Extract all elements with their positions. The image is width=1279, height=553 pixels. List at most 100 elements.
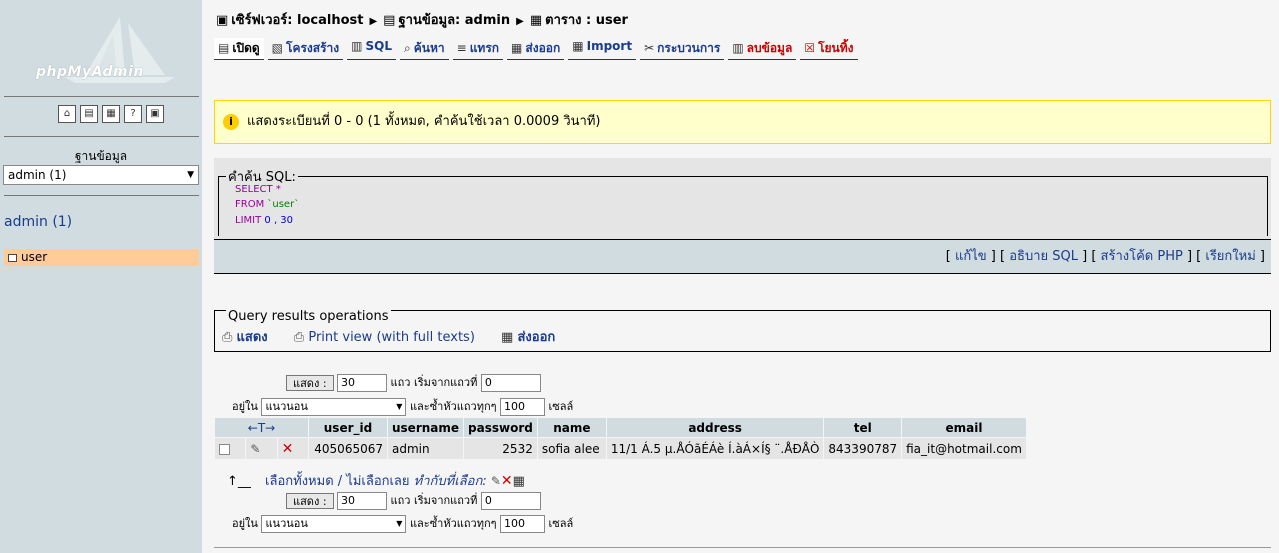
tab-insert[interactable]: ≡ แทรก [452, 38, 504, 60]
print-view-label: แสดง [236, 330, 268, 345]
repeat-label: และซ้ำหัวแถวทุกๆ [409, 400, 497, 413]
select-all-row: ↑__ เลือกทั้งหมด / ไม่เลือกเลย ทำกับที่เ… [227, 470, 525, 491]
tab-empty[interactable]: ▥ ลบข้อมูล [728, 38, 797, 60]
repeat-headers-input[interactable]: 100 [500, 515, 546, 533]
tab-import[interactable]: ▦ Import [568, 38, 637, 60]
tab-drop[interactable]: ☒ โยนทิ้ง [800, 38, 858, 60]
pencil-edit-icon[interactable]: ✎ [491, 474, 501, 488]
print-view-link[interactable]: ⎙ แสดง [222, 330, 268, 345]
tab-label: ลบข้อมูล [746, 41, 793, 55]
export-results-link[interactable]: ▦ ส่งออก [501, 330, 555, 345]
breadcrumb-table[interactable]: ตาราง : user [545, 13, 628, 28]
repeat-label: และซ้ำหัวแถวทุกๆ [409, 517, 497, 530]
tab-label: โครงสร้าง [286, 41, 340, 55]
display-mode-select[interactable]: แนวนอน ▼ [261, 398, 407, 416]
help-icon[interactable]: ? [124, 105, 142, 123]
database-select[interactable]: admin (1) ▼ [3, 165, 199, 185]
sql-query-icon[interactable]: ▦ [102, 105, 120, 123]
tab-operations[interactable]: ✂ กระบวนการ [640, 38, 725, 60]
search-icon: ⌕ [404, 41, 411, 55]
sql-text: 0 , 30 [261, 215, 294, 226]
tab-label: SQL [365, 39, 393, 53]
refresh-link[interactable]: เรียกใหม่ [1205, 249, 1255, 264]
tab-label: กระบวนการ [657, 41, 721, 55]
start-row-input[interactable]: 0 [480, 374, 541, 392]
sql-text: * [272, 184, 281, 195]
tab-browse[interactable]: ▤ เปิดดู [214, 38, 264, 60]
uncheck-all-link[interactable]: ไม่เลือกเลย [346, 474, 409, 489]
breadcrumb-server[interactable]: เซิร์ฟเวอร์: localhost [231, 13, 363, 28]
rows-label: แถว เริ่มจากแถวที่ [390, 494, 478, 507]
export-icon: ▦ [501, 330, 514, 345]
sql-keyword: SELECT [235, 184, 273, 195]
export-results-label: ส่งออก [517, 330, 556, 345]
column-header-user_id[interactable]: user_id [309, 418, 387, 437]
tab-label: แทรก [469, 41, 500, 55]
table-icon: ▦ [529, 13, 543, 28]
main-frame: ▣ เซิร์ฟเวอร์: localhost ▶ ▤ ฐานข้อมูล: admi… [202, 0, 1279, 553]
cell-name: sofia alee [537, 438, 606, 459]
edit-sql-link[interactable]: แก้ไข [955, 249, 987, 264]
sql-line-select[interactable]: SELECT * [235, 184, 281, 195]
tab-structure[interactable]: ▧ โครงสร้าง [267, 38, 344, 60]
sql-fieldset-border [1267, 176, 1268, 236]
delete-icon[interactable]: ✕ [501, 473, 513, 489]
check-all-link[interactable]: เลือกทั้งหมด [265, 474, 334, 489]
start-row-input[interactable]: 0 [480, 492, 541, 510]
show-button[interactable]: แสดง : [286, 493, 334, 509]
table-icon[interactable] [8, 253, 17, 262]
cell-address: 11/1 Á.5 µ.ÅÓãÉÁè Í.àÁ×Í§ ¨.ÅÐÅÒ [606, 438, 824, 459]
bottom-divider [214, 547, 1271, 548]
tab-label: ส่งออก [525, 41, 561, 55]
documentation-icon[interactable]: ▣ [146, 105, 164, 123]
sql-window-icon[interactable]: ▤ [80, 105, 98, 123]
rows-label: แถว เริ่มจากแถวที่ [390, 376, 478, 389]
column-header-label: tel [853, 420, 872, 435]
tab-search[interactable]: ⌕ ค้นหา [400, 38, 449, 60]
tab-export[interactable]: ▦ ส่งออก [507, 38, 565, 60]
tab-sql[interactable]: ▥ SQL [347, 38, 396, 60]
database-icon: ▤ [383, 13, 396, 28]
cell-user_id: 405065067 [309, 438, 387, 459]
breadcrumb-database[interactable]: ฐานข้อมูล: admin [398, 13, 510, 28]
row-checkbox[interactable] [219, 443, 230, 455]
column-header-email[interactable]: email [902, 418, 1026, 437]
with-selected-label: ทำกับที่เลือก: [413, 474, 487, 489]
explain-sql-link[interactable]: อธิบาย SQL [1009, 249, 1078, 264]
repeat-headers-input[interactable]: 100 [500, 398, 546, 416]
delete-icon[interactable]: ✕ [282, 441, 294, 457]
export-icon[interactable]: ▦ [513, 474, 525, 489]
rows-input[interactable]: 30 [337, 492, 388, 510]
export-icon: ▦ [511, 41, 523, 55]
phpmyadmin-logo[interactable]: phpMyAdmin [36, 64, 144, 80]
left-frame: phpMyAdmin ⌂ ▤ ▦ ? ▣ ฐานข้อมูล admin (1)… [0, 0, 202, 553]
tab-label: เปิดดู [232, 41, 260, 55]
cells-label: เซลล์ [548, 400, 574, 413]
breadcrumb: ▣ เซิร์ฟเวอร์: localhost ▶ ▤ ฐานข้อมูล: admi… [216, 9, 628, 30]
sql-line-limit: LIMIT 0 , 30 [235, 215, 293, 226]
create-php-code-link[interactable]: สร้างโค้ด PHP [1101, 249, 1183, 264]
arrow-up-icon: ↑__ [227, 474, 251, 489]
column-header-username[interactable]: username [388, 418, 464, 437]
success-notice: i แสดงระเบียนที่ 0 - 0 (1 ทั้งหมด, คำค้นใ… [214, 100, 1271, 144]
database-name-link[interactable]: admin (1) [4, 214, 72, 230]
print-view-full-label: Print view (with full texts) [308, 330, 475, 345]
rows-input[interactable]: 30 [337, 374, 388, 392]
column-header-password[interactable]: password [464, 418, 537, 437]
column-header-tel[interactable]: tel [824, 418, 902, 437]
print-view-full-link[interactable]: ⎙ Print view (with full texts) [294, 330, 475, 345]
show-button[interactable]: แสดง : [286, 375, 334, 391]
structure-icon: ▧ [271, 41, 283, 55]
column-header-address[interactable]: address [606, 418, 824, 437]
sql-text: `user` [264, 199, 300, 210]
column-header-label: name [553, 420, 591, 435]
sidebar-table-user[interactable]: user [4, 249, 199, 266]
column-header-name[interactable]: name [537, 418, 606, 437]
column-resize-arrows[interactable]: ←T→ [215, 418, 308, 437]
browse-icon: ▤ [218, 41, 230, 55]
drop-icon: ☒ [804, 41, 816, 55]
display-mode-select[interactable]: แนวนอน ▼ [261, 515, 407, 533]
pencil-edit-icon[interactable]: ✎ [250, 442, 260, 456]
query-results-legend: Query results operations [226, 309, 391, 324]
home-icon[interactable]: ⌂ [58, 105, 76, 123]
